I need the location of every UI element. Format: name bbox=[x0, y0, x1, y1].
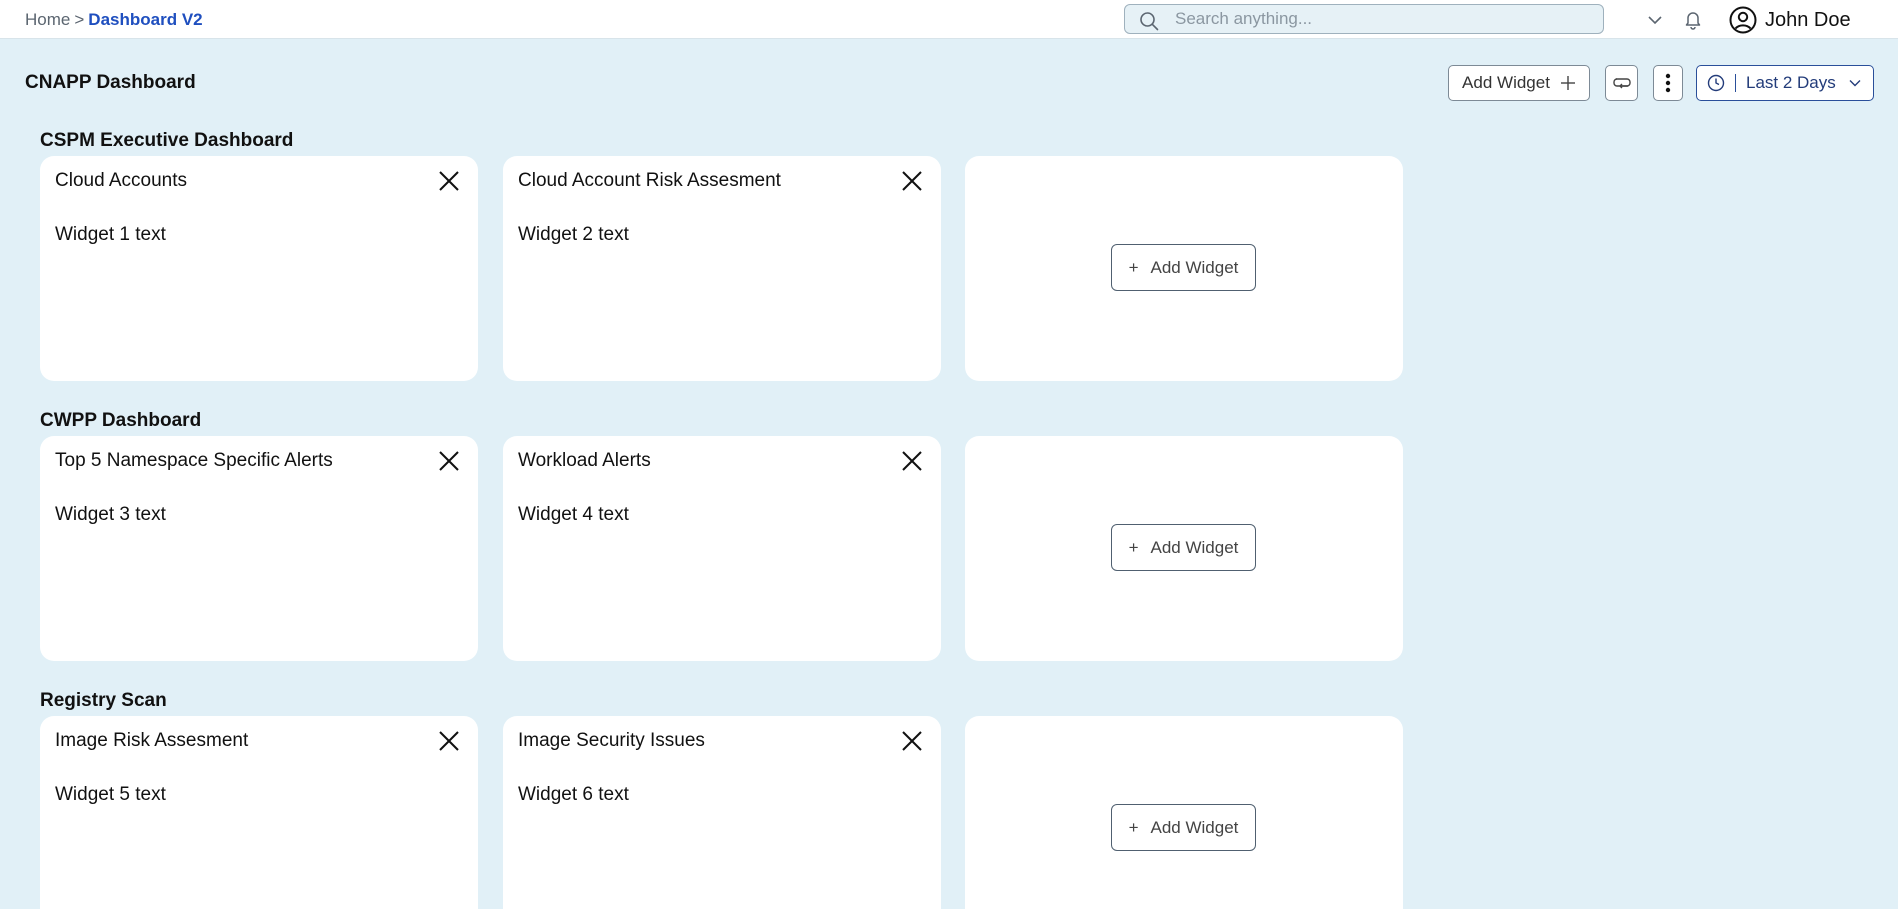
section-title: Registry Scan bbox=[40, 690, 167, 711]
widget-title: Image Risk Assesment bbox=[55, 730, 249, 751]
search-bar[interactable] bbox=[1124, 4, 1604, 34]
add-widget-label: Add Widget bbox=[1462, 73, 1550, 92]
widget-text: Widget 3 text bbox=[55, 504, 166, 525]
widget-text: Widget 5 text bbox=[55, 784, 166, 805]
more-vertical-icon bbox=[1665, 73, 1671, 93]
breadcrumb-separator: > bbox=[74, 10, 85, 29]
add-widget-label: Add Widget bbox=[1150, 257, 1239, 277]
widget-text: Widget 2 text bbox=[518, 224, 629, 245]
breadcrumb-home[interactable]: Home bbox=[25, 10, 70, 29]
section-title: CSPM Executive Dashboard bbox=[40, 130, 294, 151]
chevron-down-icon bbox=[1849, 80, 1861, 87]
breadcrumb-current: Dashboard V2 bbox=[88, 10, 203, 29]
time-range-select[interactable]: Last 2 Days bbox=[1696, 65, 1874, 101]
widget-card: Cloud Account Risk Assesment Widget 2 te… bbox=[503, 156, 941, 381]
plus-icon bbox=[1560, 76, 1575, 90]
user-menu[interactable]: John Doe bbox=[1729, 5, 1851, 35]
widget-text: Widget 4 text bbox=[518, 504, 629, 525]
add-widget-card: + Add Widget bbox=[965, 436, 1403, 661]
close-icon[interactable] bbox=[900, 169, 924, 193]
close-icon[interactable] bbox=[437, 169, 461, 193]
widget-card: Workload Alerts Widget 4 text bbox=[503, 436, 941, 661]
widget-text: Widget 1 text bbox=[55, 224, 166, 245]
time-range-label: Last 2 Days bbox=[1746, 73, 1836, 92]
plus-icon: + bbox=[1128, 817, 1139, 837]
add-widget-card: + Add Widget bbox=[965, 156, 1403, 381]
user-circle-icon bbox=[1729, 6, 1757, 34]
plus-icon: + bbox=[1128, 537, 1139, 557]
refresh-icon bbox=[1612, 78, 1631, 89]
add-widget-label: Add Widget bbox=[1150, 537, 1239, 557]
search-input[interactable] bbox=[1175, 7, 1595, 31]
divider bbox=[1735, 74, 1736, 92]
widget-text: Widget 6 text bbox=[518, 784, 629, 805]
widget-title: Cloud Account Risk Assesment bbox=[518, 170, 781, 191]
close-icon[interactable] bbox=[900, 729, 924, 753]
add-widget-button[interactable]: + Add Widget bbox=[1111, 804, 1256, 851]
refresh-button[interactable] bbox=[1605, 65, 1638, 101]
section-title: CWPP Dashboard bbox=[40, 410, 202, 431]
page-title: CNAPP Dashboard bbox=[25, 72, 196, 93]
add-widget-button[interactable]: + Add Widget bbox=[1111, 524, 1256, 571]
add-widget-card: + Add Widget bbox=[965, 716, 1403, 909]
add-widget-button[interactable]: Add Widget bbox=[1448, 65, 1590, 101]
widget-card: Top 5 Namespace Specific Alerts Widget 3… bbox=[40, 436, 478, 661]
more-options-button[interactable] bbox=[1653, 65, 1683, 101]
clock-icon bbox=[1707, 74, 1725, 92]
widget-card: Cloud Accounts Widget 1 text bbox=[40, 156, 478, 381]
breadcrumb: Home > Dashboard V2 bbox=[25, 10, 203, 30]
widget-title: Image Security Issues bbox=[518, 730, 705, 751]
widget-card: Image Security Issues Widget 6 text bbox=[503, 716, 941, 909]
widget-title: Top 5 Namespace Specific Alerts bbox=[55, 450, 333, 471]
bell-icon[interactable] bbox=[1682, 8, 1704, 30]
add-widget-label: Add Widget bbox=[1150, 817, 1239, 837]
widget-card: Image Risk Assesment Widget 5 text bbox=[40, 716, 478, 909]
close-icon[interactable] bbox=[437, 449, 461, 473]
plus-icon: + bbox=[1128, 257, 1139, 277]
add-widget-button[interactable]: + Add Widget bbox=[1111, 244, 1256, 291]
widget-title: Workload Alerts bbox=[518, 450, 651, 471]
close-icon[interactable] bbox=[900, 449, 924, 473]
close-icon[interactable] bbox=[437, 729, 461, 753]
top-bar: Home>Dashboard V2 John Doe bbox=[0, 0, 1898, 39]
search-icon bbox=[1140, 12, 1159, 31]
chevron-down-icon[interactable] bbox=[1645, 10, 1665, 30]
widget-title: Cloud Accounts bbox=[55, 170, 188, 191]
user-name: John Doe bbox=[1765, 8, 1851, 31]
